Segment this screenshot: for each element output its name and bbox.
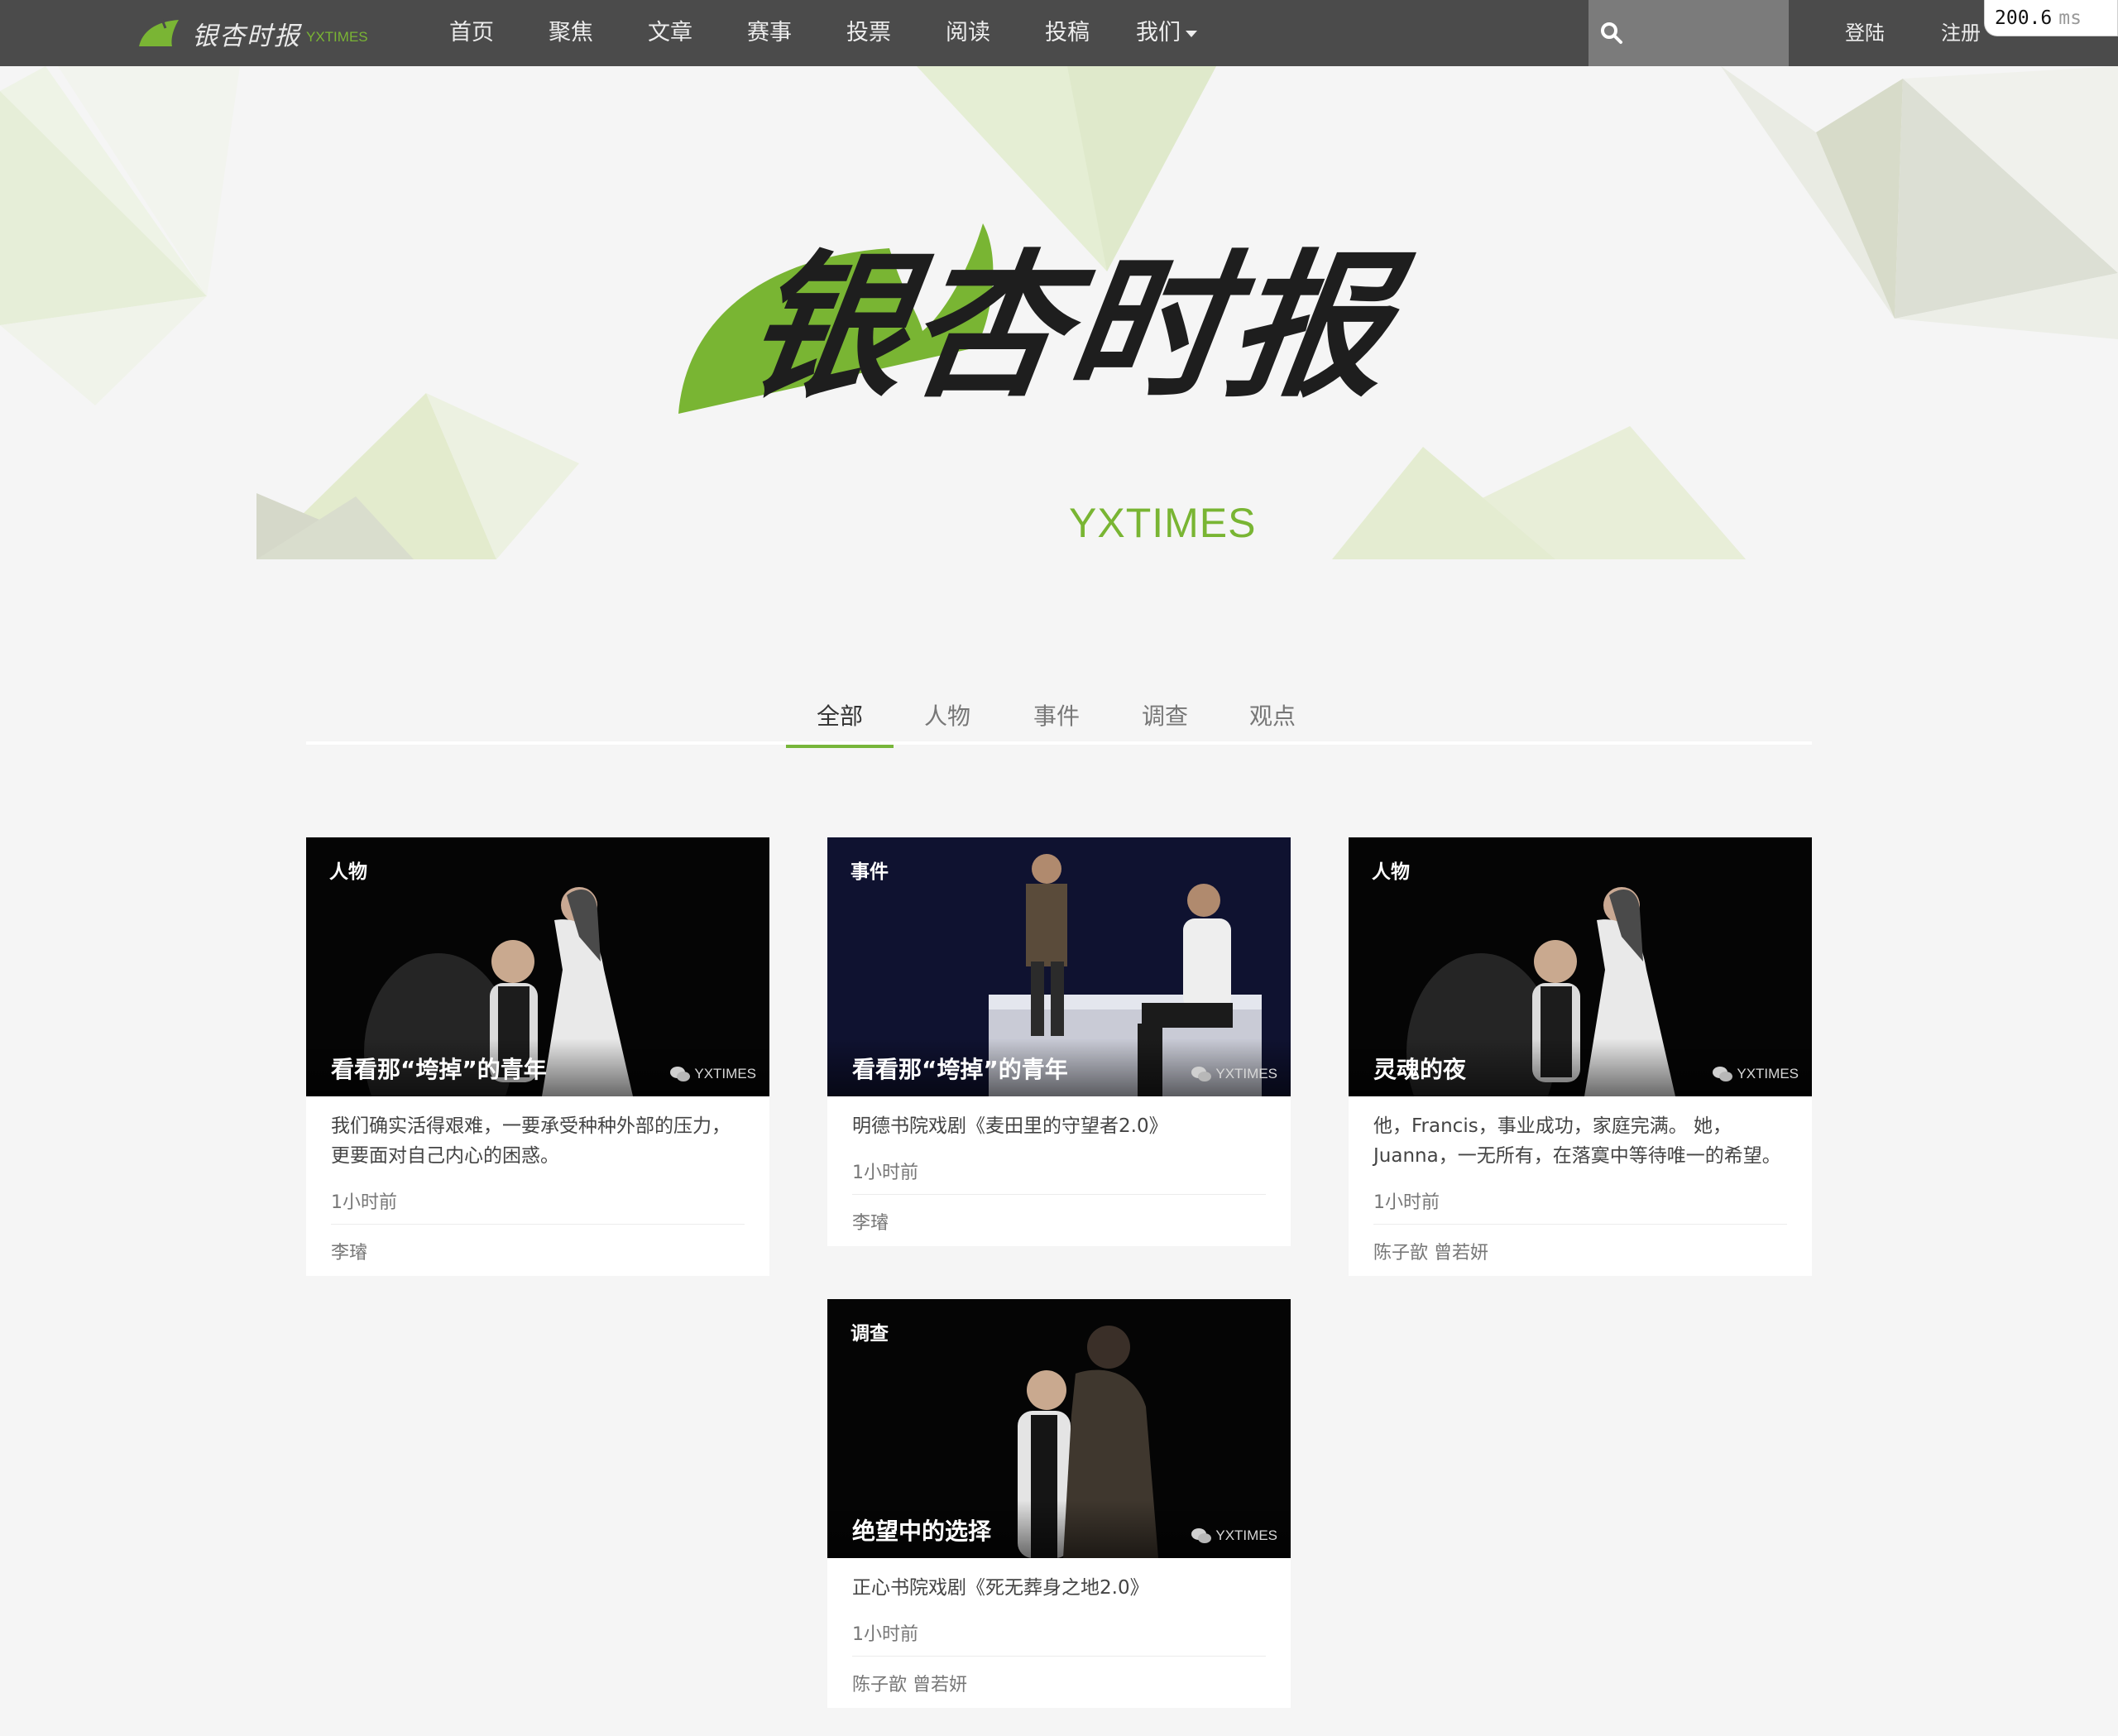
watermark-label: YXTIMES: [694, 1066, 756, 1081]
card-watermark: YXTIMES: [1191, 1065, 1277, 1083]
tab-all[interactable]: 全部: [786, 695, 894, 748]
main-menu: 首页 聚焦 文章 赛事 投票 阅读 投稿 我们: [422, 0, 1216, 66]
card-category-tag: 人物: [1372, 861, 1410, 883]
top-nav: 银杏时报 YXTIMES 首页 聚焦 文章 赛事 投票 阅读 投稿 我们 登陆 …: [0, 0, 2118, 66]
card-description: 他，Francis，事业成功，家庭完满。 她，Juanna，一无所有，在落寞中等…: [1373, 1115, 1781, 1167]
menu-item-events[interactable]: 赛事: [720, 0, 819, 66]
article-card[interactable]: 人物 灵魂的夜 YXTIMES 他，Francis，事业成功，家庭完满。 她，J…: [1349, 837, 1812, 1276]
menu-item-about-label: 我们: [1136, 20, 1181, 46]
timer-unit: ms: [2058, 7, 2082, 29]
brand-logo[interactable]: 银杏时报 YXTIMES: [137, 13, 368, 53]
timer-value: 200.6: [1995, 7, 2053, 29]
search-box[interactable]: [1588, 0, 1789, 66]
card-category-tag: 人物: [329, 861, 367, 883]
card-timestamp: 1小时前: [1373, 1187, 1787, 1225]
card-title[interactable]: 绝望中的选择: [852, 1513, 991, 1547]
category-tabs: 全部 人物 事件 调查 观点: [306, 695, 1812, 748]
perf-timer-badge: 200.6 ms: [1984, 0, 2118, 36]
card-timestamp: 1小时前: [852, 1619, 1266, 1657]
card-image[interactable]: 调查 绝望中的选择 YXTIMES: [827, 1299, 1291, 1558]
card-category-tag: 事件: [851, 861, 889, 883]
ginkgo-leaf-icon: [139, 19, 179, 46]
card-image[interactable]: 事件 看看那“垮掉”的青年 YXTIMES: [827, 837, 1291, 1096]
card-title[interactable]: 看看那“垮掉”的青年: [331, 1052, 547, 1085]
search-input[interactable]: [1635, 12, 1780, 55]
brand-name-cn: 银杏时报: [192, 21, 301, 51]
watermark-label: YXTIMES: [1215, 1527, 1277, 1543]
card-image[interactable]: 人物 灵魂的夜 YXTIMES: [1349, 837, 1812, 1096]
card-body: 明德书院戏剧《麦田里的守望者2.0》 1小时前 李璿: [827, 1096, 1291, 1246]
card-watermark: YXTIMES: [1712, 1065, 1799, 1083]
hero-banner: 银杏时报 YXTIMES: [0, 66, 2118, 559]
article-card[interactable]: 人物 看看那“垮掉”的青年 YXTIMES 我们确实活得艰难，一要承受种种外部的…: [306, 837, 769, 1276]
card-author: 陈子歆 曾若妍: [852, 1675, 967, 1695]
menu-item-home[interactable]: 首页: [422, 0, 521, 66]
card-body: 我们确实活得艰难，一要承受种种外部的压力，更要面对自己内心的困惑。 1小时前 李…: [306, 1096, 769, 1276]
menu-item-about[interactable]: 我们: [1117, 0, 1216, 66]
card-author: 李璿: [331, 1243, 368, 1264]
card-timestamp: 1小时前: [331, 1187, 745, 1225]
card-body: 正心书院戏剧《死无葬身之地2.0》 1小时前 陈子歆 曾若妍: [827, 1558, 1291, 1708]
wechat-icon: [1191, 1528, 1212, 1543]
article-card[interactable]: 调查 绝望中的选择 YXTIMES 正心书院戏剧《死无葬身之地2.0》 1小时前…: [827, 1299, 1291, 1708]
tab-people[interactable]: 人物: [894, 695, 1001, 745]
watermark-label: YXTIMES: [1215, 1066, 1277, 1081]
wechat-icon: [670, 1067, 691, 1081]
register-link[interactable]: 注册: [1941, 0, 1981, 66]
hero-logo-text: 银杏时报: [736, 234, 1404, 419]
article-card[interactable]: 事件 看看那“垮掉”的青年 YXTIMES 明德书院戏剧《麦田里的守望者2.0》…: [827, 837, 1291, 1246]
card-timestamp: 1小时前: [852, 1158, 1266, 1195]
tab-investigation[interactable]: 调查: [1111, 695, 1219, 745]
hero-logo-en: YXTIMES: [1069, 500, 1257, 546]
menu-item-submit[interactable]: 投稿: [1018, 0, 1117, 66]
menu-item-vote[interactable]: 投票: [819, 0, 918, 66]
card-watermark: YXTIMES: [1191, 1527, 1277, 1545]
card-author: 李璿: [852, 1213, 889, 1234]
tab-opinion[interactable]: 观点: [1219, 695, 1326, 745]
watermark-label: YXTIMES: [1737, 1066, 1799, 1081]
menu-item-read[interactable]: 阅读: [918, 0, 1018, 66]
tab-events[interactable]: 事件: [1003, 695, 1110, 745]
card-title[interactable]: 看看那“垮掉”的青年: [852, 1052, 1068, 1085]
menu-item-focus[interactable]: 聚焦: [521, 0, 621, 66]
card-author: 陈子歆 曾若妍: [1373, 1243, 1488, 1264]
card-category-tag: 调查: [851, 1323, 889, 1345]
card-description: 明德书院戏剧《麦田里的守望者2.0》: [852, 1115, 1168, 1137]
card-image[interactable]: 人物 看看那“垮掉”的青年 YXTIMES: [306, 837, 769, 1096]
wechat-icon: [1713, 1067, 1733, 1081]
card-description: 正心书院戏剧《死无葬身之地2.0》: [852, 1577, 1149, 1599]
wechat-icon: [1191, 1067, 1212, 1081]
card-body: 他，Francis，事业成功，家庭完满。 她，Juanna，一无所有，在落寞中等…: [1349, 1096, 1812, 1276]
search-icon[interactable]: [1600, 22, 1623, 45]
login-link[interactable]: 登陆: [1845, 0, 1885, 66]
card-title[interactable]: 灵魂的夜: [1373, 1052, 1466, 1085]
caret-down-icon: [1186, 30, 1197, 37]
menu-item-articles[interactable]: 文章: [621, 0, 720, 66]
brand-name-en: YXTIMES: [306, 29, 368, 45]
card-watermark: YXTIMES: [669, 1065, 756, 1083]
card-description: 我们确实活得艰难，一要承受种种外部的压力，更要面对自己内心的困惑。: [331, 1115, 731, 1167]
